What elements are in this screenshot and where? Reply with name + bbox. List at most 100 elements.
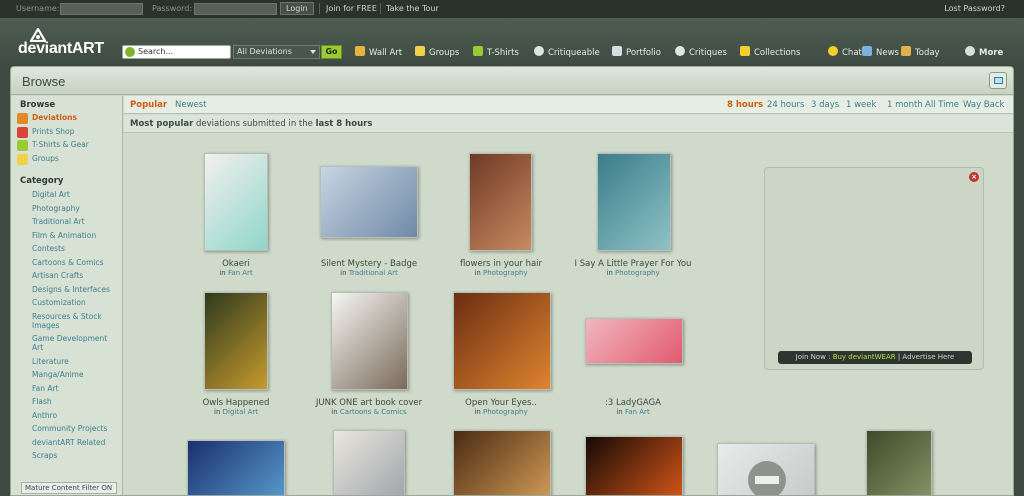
category-link[interactable]: Literature — [32, 357, 112, 366]
sidebar-item-groups[interactable]: Groups — [17, 153, 59, 165]
nav-item-wall-art[interactable]: Wall Art — [355, 46, 402, 60]
category-link[interactable]: Community Projects — [32, 424, 112, 433]
deviation-title[interactable]: flowers in your hair — [431, 259, 571, 269]
tab-range-way-back[interactable]: Way Back — [963, 100, 1004, 110]
deviation-thumbnail[interactable] — [469, 153, 532, 251]
deviation-thumbnail[interactable] — [333, 430, 405, 495]
deviation-category-link[interactable]: Cartoons & Comics — [340, 408, 407, 416]
deviation-category-link[interactable]: Photography — [483, 269, 528, 277]
ad-advertise-link[interactable]: Advertise Here — [902, 353, 954, 361]
mature-filter-button[interactable]: Mature Content Filter ON — [21, 482, 117, 494]
sidebar-item-prints-shop[interactable]: Prints Shop — [17, 126, 74, 138]
tab-range-1-week[interactable]: 1 week — [846, 100, 876, 110]
deviation-thumbnail[interactable] — [585, 318, 683, 364]
tab-range-all-time[interactable]: All Time — [925, 100, 959, 110]
deviation-thumbnail[interactable] — [187, 440, 285, 495]
browse-panel: Browse Browse Deviations Prints Shop T-Shi… — [10, 66, 1014, 496]
deviation-title[interactable]: Owls Happened — [166, 398, 306, 408]
deviation-category-link[interactable]: Photography — [483, 408, 528, 416]
category-link[interactable]: Cartoons & Comics — [32, 258, 112, 267]
category-link[interactable]: Anthro — [32, 411, 112, 420]
deviation-in-label: in — [219, 269, 226, 277]
tab-newest[interactable]: Newest — [175, 100, 207, 110]
deviation-thumbnail[interactable] — [320, 166, 418, 238]
password-input[interactable] — [194, 3, 277, 15]
join-link[interactable]: Join for FREE — [326, 4, 377, 13]
tab-range-1-month[interactable]: 1 month — [887, 100, 923, 110]
nav-item-critiqueable[interactable]: Critiqueable — [534, 46, 600, 60]
deviation-thumbnail[interactable] — [585, 436, 683, 495]
deviation-title[interactable]: Open Your Eyes.. — [431, 398, 571, 408]
category-link[interactable]: Artisan Crafts — [32, 271, 112, 280]
deviation-title[interactable]: JUNK ONE art book cover — [299, 398, 439, 408]
deviation-thumbnail[interactable] — [866, 430, 932, 495]
deviation-thumbnail[interactable] — [717, 443, 815, 495]
category-link[interactable]: Traditional Art — [32, 217, 112, 226]
category-link[interactable]: Flash — [32, 397, 112, 406]
deviation-thumbnail[interactable] — [204, 292, 268, 390]
nav-item-portfolio[interactable]: Portfolio — [612, 46, 661, 60]
deviantart-logo[interactable]: deviantART — [18, 28, 118, 58]
nav-item-t-shirts[interactable]: T-Shirts — [473, 46, 519, 60]
deviation-title[interactable]: I Say A Little Prayer For You — [563, 259, 703, 269]
nav-item-news[interactable]: News — [862, 46, 899, 60]
deviation-thumbnail[interactable] — [204, 153, 268, 251]
prints-icon — [17, 126, 28, 138]
category-link[interactable]: Photography — [32, 204, 112, 213]
category-link[interactable]: Contests — [32, 244, 112, 253]
search-input[interactable]: Search... — [122, 45, 231, 59]
deviation-category-link[interactable]: Traditional Art — [349, 269, 398, 277]
category-link[interactable]: Manga/Anime — [32, 370, 112, 379]
tab-range-8-hours[interactable]: 8 hours — [727, 100, 763, 110]
sort-tabs: Popular Newest 8 hours 24 hours 3 days 1 week… — [124, 96, 1013, 114]
sidebar-item-deviations[interactable]: Deviations — [17, 113, 77, 124]
view-toggle-button[interactable] — [989, 72, 1007, 89]
go-button[interactable]: Go — [321, 45, 342, 59]
category-link[interactable]: Game Development Art — [32, 334, 112, 352]
category-link[interactable]: Fan Art — [32, 384, 112, 393]
tab-popular[interactable]: Popular — [130, 100, 167, 110]
chevron-down-icon — [310, 50, 316, 54]
tab-range-24-hours[interactable]: 24 hours — [767, 100, 804, 110]
category-link[interactable]: Film & Animation — [32, 231, 112, 240]
deviation-in-label: in — [474, 408, 481, 416]
nav-item-today[interactable]: Today — [901, 46, 940, 60]
ad-buy-link[interactable]: Buy deviantWEAR — [833, 353, 896, 361]
deviation-category: in Photography — [431, 408, 571, 416]
deviation-thumbnail[interactable] — [453, 292, 551, 390]
login-button[interactable]: Login — [280, 2, 314, 15]
ad-join-now[interactable]: Join Now — [796, 353, 826, 361]
sidebar: Browse Deviations Prints Shop T-Shirts & G… — [11, 96, 123, 495]
restricted-icon — [748, 461, 786, 495]
tab-range-3-days[interactable]: 3 days — [811, 100, 839, 110]
deviation-thumbnail[interactable] — [453, 430, 551, 495]
category-link[interactable]: Resources & Stock Images — [32, 312, 112, 330]
search-scope-select[interactable]: All Deviations — [233, 45, 320, 59]
deviation-title[interactable]: :3 LadyGAGA — [563, 398, 703, 408]
deviation-thumbnail[interactable] — [331, 292, 408, 390]
deviation-title[interactable]: Okaeri — [166, 259, 306, 269]
more-icon — [965, 46, 975, 56]
nav-item-chat[interactable]: Chat — [828, 46, 862, 60]
nav-item-critiques[interactable]: Critiques — [675, 46, 727, 60]
nav-item-label: News — [876, 48, 899, 58]
category-link[interactable]: Digital Art — [32, 190, 112, 199]
deviation-title[interactable]: Silent Mystery - Badge — [299, 259, 439, 269]
sidebar-item-t-shirts-gear[interactable]: T-Shirts & Gear — [17, 140, 89, 151]
deviation-category-link[interactable]: Digital Art — [223, 408, 258, 416]
category-link[interactable]: Designs & Interfaces — [32, 285, 112, 294]
nav-item-more[interactable]: More — [965, 46, 1003, 60]
username-input[interactable] — [60, 3, 143, 15]
category-link[interactable]: Scraps — [32, 451, 112, 460]
deviation-category-link[interactable]: Fan Art — [625, 408, 650, 416]
deviation-category-link[interactable]: Fan Art — [228, 269, 253, 277]
category-link[interactable]: deviantART Related — [32, 438, 112, 447]
nav-item-groups[interactable]: Groups — [415, 46, 459, 60]
deviation-category-link[interactable]: Photography — [615, 269, 660, 277]
nav-item-collections[interactable]: Collections — [740, 46, 800, 60]
close-icon[interactable]: × — [969, 172, 979, 182]
tour-link[interactable]: Take the Tour — [386, 4, 439, 13]
deviation-thumbnail[interactable] — [597, 153, 671, 251]
category-link[interactable]: Customization — [32, 298, 112, 307]
lost-password-link[interactable]: Lost Password? — [944, 4, 1005, 13]
